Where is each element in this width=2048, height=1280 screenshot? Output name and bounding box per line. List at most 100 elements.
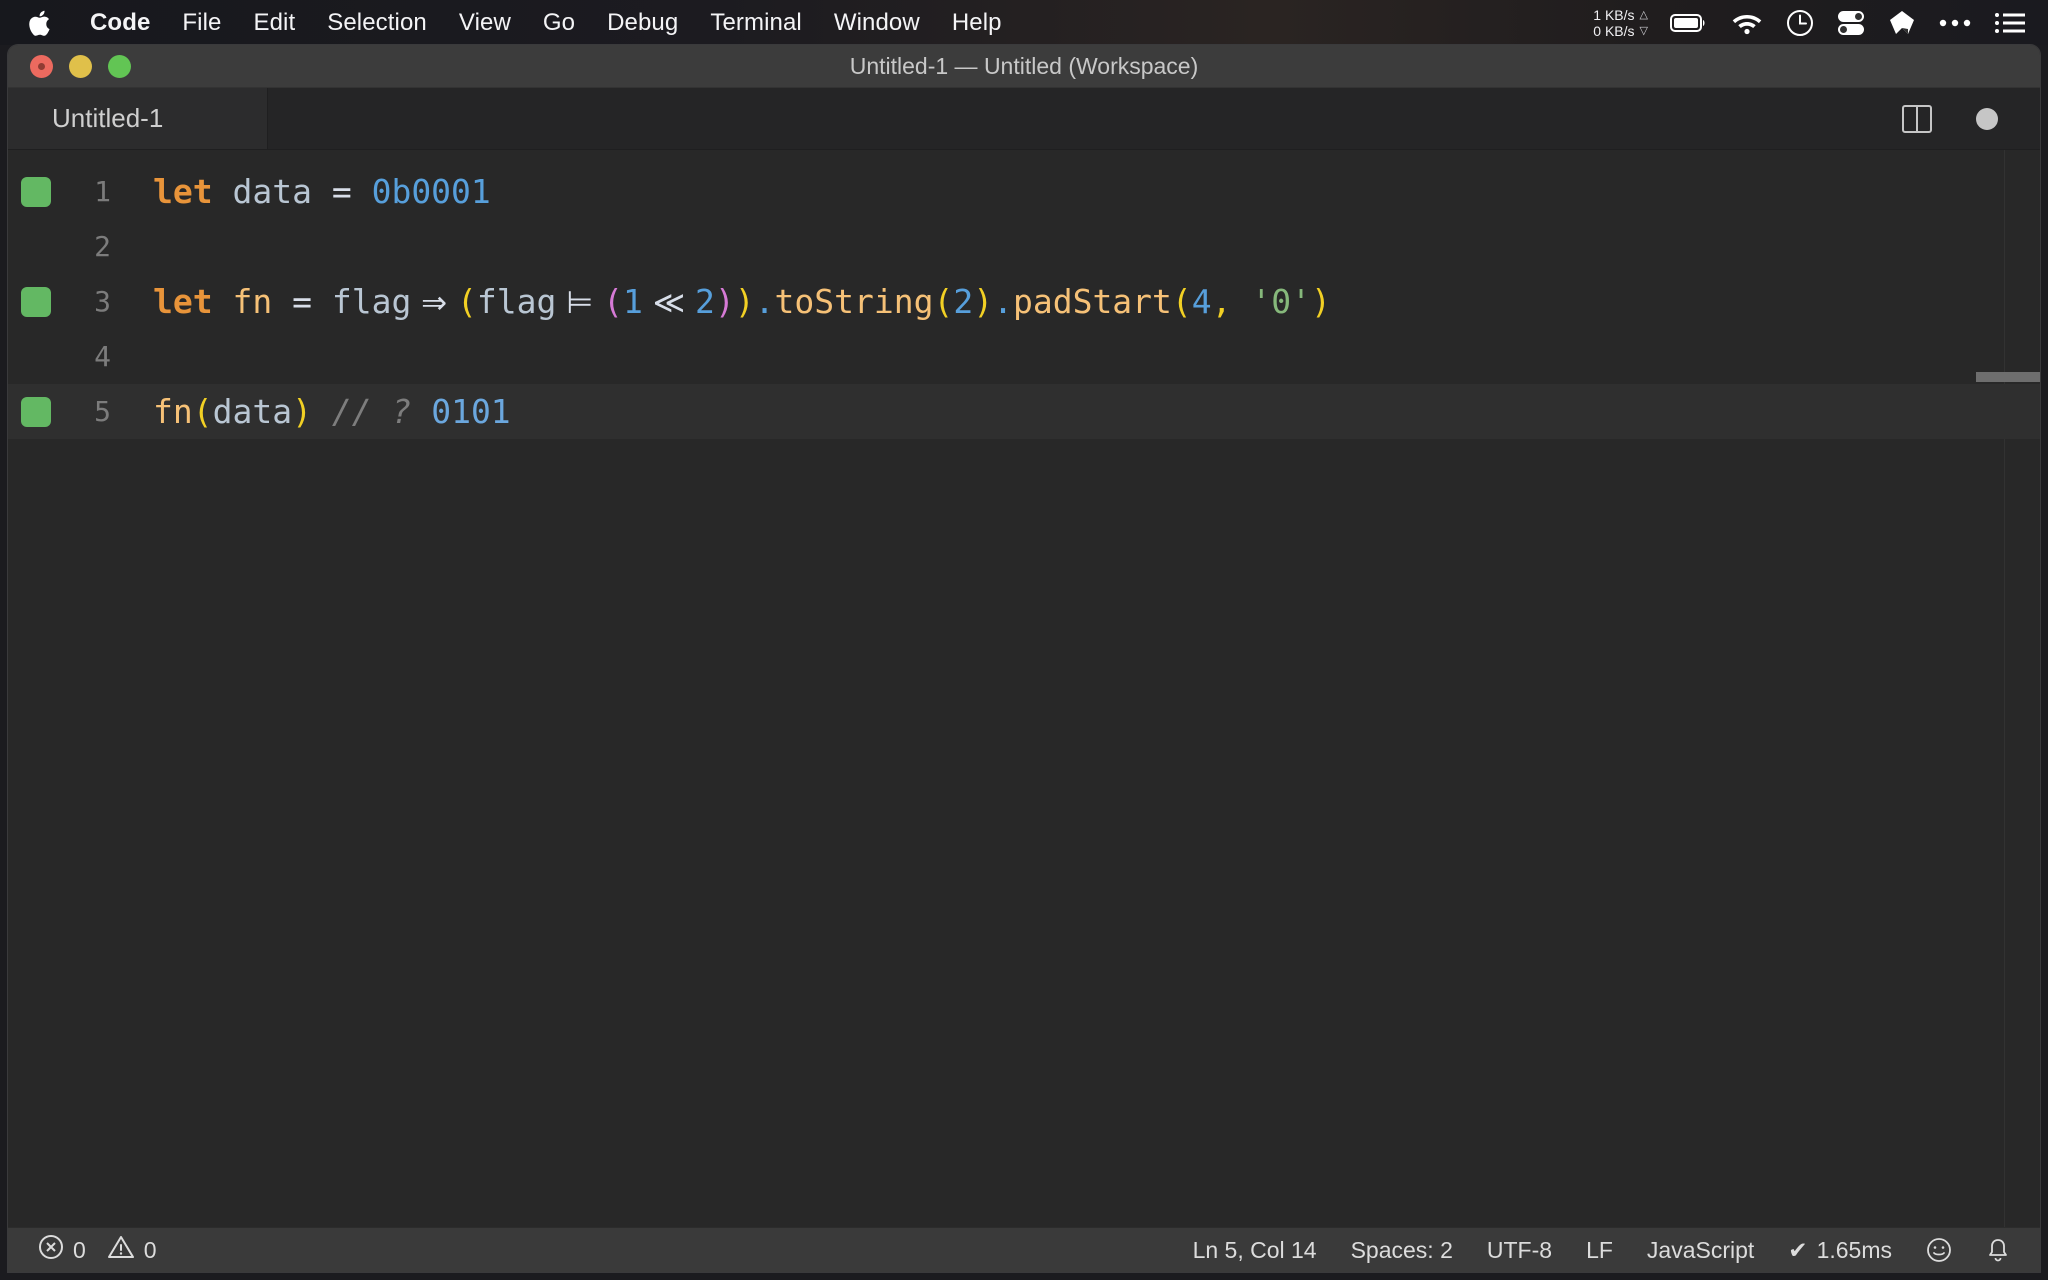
runtime-indicator[interactable]: ✔ 1.65ms <box>1788 1237 1892 1264</box>
dropbox-icon[interactable] <box>1888 9 1916 37</box>
token-bracket-open-4: ( <box>1171 282 1192 321</box>
window-titlebar: Untitled-1 — Untitled (Workspace) <box>8 45 2040 88</box>
menu-item-selection[interactable]: Selection <box>311 9 443 37</box>
bell-icon[interactable] <box>1986 1237 2010 1263</box>
window-title: Untitled-1 — Untitled (Workspace) <box>849 52 1199 79</box>
code-line-4[interactable]: 4 <box>8 329 2040 384</box>
line-number-4: 4 <box>94 340 111 373</box>
problems-indicator[interactable]: 0 0 <box>38 1234 157 1266</box>
macos-menubar: Code File Edit Selection View Go Debug T… <box>0 0 2048 45</box>
token-number-two: 2 <box>695 282 715 321</box>
control-center-icon[interactable] <box>1836 9 1866 37</box>
token-call-fn: fn <box>153 392 193 431</box>
menubar-status-icons: 1 KB/s △ 0 KB/s ▽ <box>1593 0 2048 45</box>
token-arg-data: data <box>212 392 293 431</box>
menu-item-edit[interactable]: Edit <box>237 9 311 37</box>
token-operator-or-assign: ⊨ <box>556 285 604 321</box>
close-button[interactable] <box>30 54 53 78</box>
token-bracket-open-1: ( <box>457 282 477 321</box>
gutter-marker-line-3[interactable] <box>21 286 51 317</box>
token-bracket-close-2: ) <box>714 282 735 321</box>
menu-item-file[interactable]: File <box>166 9 237 37</box>
unsaved-indicator-dot[interactable] <box>1976 107 1998 130</box>
code-text-line-5: fn(data) // ? 0101 <box>133 392 511 431</box>
check-icon: ✔ <box>1788 1236 1808 1263</box>
status-bar-left: 0 0 <box>8 1234 157 1266</box>
token-comma: , <box>1211 282 1252 321</box>
traffic-lights <box>8 54 131 78</box>
token-number-four: 4 <box>1191 282 1212 321</box>
network-download-speed: 0 KB/s <box>1593 22 1635 39</box>
code-editor[interactable]: 1 let data = 0b0001 2 3 let fn = flag ⇒ … <box>8 150 2040 1227</box>
menu-item-help[interactable]: Help <box>936 9 1018 37</box>
token-operator-assign-1: = <box>311 172 372 211</box>
token-function-name-fn: fn <box>232 282 273 321</box>
network-upload-speed: 1 KB/s <box>1593 6 1635 23</box>
list-icon[interactable] <box>1994 11 2026 35</box>
token-number-binary: 0b0001 <box>371 172 491 211</box>
more-icon[interactable] <box>1938 18 1972 28</box>
token-string-zero: '0' <box>1251 282 1312 321</box>
token-bracket-close-3: ) <box>973 282 994 321</box>
token-bracket-open-3: ( <box>933 282 954 321</box>
code-lines: 1 let data = 0b0001 2 3 let fn = flag ⇒ … <box>8 150 2040 439</box>
menu-item-debug[interactable]: Debug <box>591 9 694 37</box>
error-circle-icon <box>38 1234 64 1266</box>
warning-count: 0 <box>143 1236 157 1263</box>
token-identifier-data: data <box>232 172 312 211</box>
gutter-marker-line-5[interactable] <box>21 396 51 427</box>
error-count: 0 <box>73 1236 86 1263</box>
language-mode[interactable]: JavaScript <box>1647 1237 1754 1264</box>
indentation-setting[interactable]: Spaces: 2 <box>1351 1237 1453 1264</box>
token-number-one: 1 <box>622 282 643 321</box>
token-method-padstart: padStart <box>1012 282 1172 321</box>
runtime-duration: 1.65ms <box>1816 1236 1892 1263</box>
clock-icon[interactable] <box>1786 9 1814 37</box>
status-bar-right: Ln 5, Col 14 Spaces: 2 UTF-8 LF JavaScri… <box>1193 1237 2040 1264</box>
battery-icon[interactable] <box>1670 13 1708 33</box>
minimize-button[interactable] <box>69 54 92 78</box>
tabbar-actions <box>1902 88 2040 149</box>
token-operator-shift-left: ≪ <box>642 285 696 321</box>
menu-item-code[interactable]: Code <box>74 9 166 37</box>
menubar-items: Code File Edit Selection View Go Debug T… <box>0 0 1018 45</box>
code-line-2[interactable]: 2 <box>8 219 2040 274</box>
wifi-icon[interactable] <box>1730 11 1764 35</box>
tab-label: Untitled-1 <box>52 103 164 133</box>
apple-logo-icon[interactable] <box>26 8 52 38</box>
token-space-1 <box>213 172 233 211</box>
menu-item-window[interactable]: Window <box>818 9 936 37</box>
vscode-window: Untitled-1 — Untitled (Workspace) Untitl… <box>8 45 2040 1272</box>
tab-untitled-1[interactable]: Untitled-1 <box>8 88 268 149</box>
download-arrow-icon: ▽ <box>1639 24 1648 37</box>
code-line-1[interactable]: 1 let data = 0b0001 <box>8 164 2040 219</box>
eol-setting[interactable]: LF <box>1586 1237 1613 1264</box>
token-space-3 <box>213 282 233 321</box>
cursor-position[interactable]: Ln 5, Col 14 <box>1193 1237 1317 1264</box>
smiley-icon[interactable] <box>1926 1237 1952 1263</box>
code-text-line-3: let fn = flag ⇒ (flag ⊨ (1 ≪ 2)).toStrin… <box>133 282 1331 321</box>
token-keyword-let-3: let <box>153 282 213 321</box>
zoom-button[interactable] <box>108 54 131 78</box>
menu-item-terminal[interactable]: Terminal <box>694 9 818 37</box>
token-dot-1: . <box>754 282 775 321</box>
token-param-flag: flag <box>331 282 412 321</box>
code-line-3[interactable]: 3 let fn = flag ⇒ (flag ⊨ (1 ≪ 2)).toStr… <box>8 274 2040 329</box>
token-call-bracket-open: ( <box>192 392 213 431</box>
network-speed-indicator[interactable]: 1 KB/s △ 0 KB/s ▽ <box>1593 7 1648 39</box>
code-line-5[interactable]: 5 fn(data) // ? 0101 <box>8 384 2040 439</box>
upload-arrow-icon: △ <box>1639 8 1648 21</box>
token-bracket-close-4: ) <box>1311 282 1331 321</box>
split-editor-icon[interactable] <box>1902 104 1932 133</box>
warning-triangle-icon <box>107 1234 135 1266</box>
menu-item-view[interactable]: View <box>443 9 527 37</box>
gutter-marker-line-1[interactable] <box>21 176 51 207</box>
token-inline-result: 0101 <box>431 392 511 431</box>
encoding-setting[interactable]: UTF-8 <box>1487 1237 1552 1264</box>
editor-tabbar: Untitled-1 <box>8 88 2040 150</box>
token-arrow-fat: ⇒ <box>411 285 458 321</box>
code-text-line-1: let data = 0b0001 <box>133 172 491 211</box>
menu-item-go[interactable]: Go <box>527 9 591 37</box>
token-dot-2: . <box>993 282 1013 321</box>
token-call-bracket-close: ) <box>292 392 312 431</box>
